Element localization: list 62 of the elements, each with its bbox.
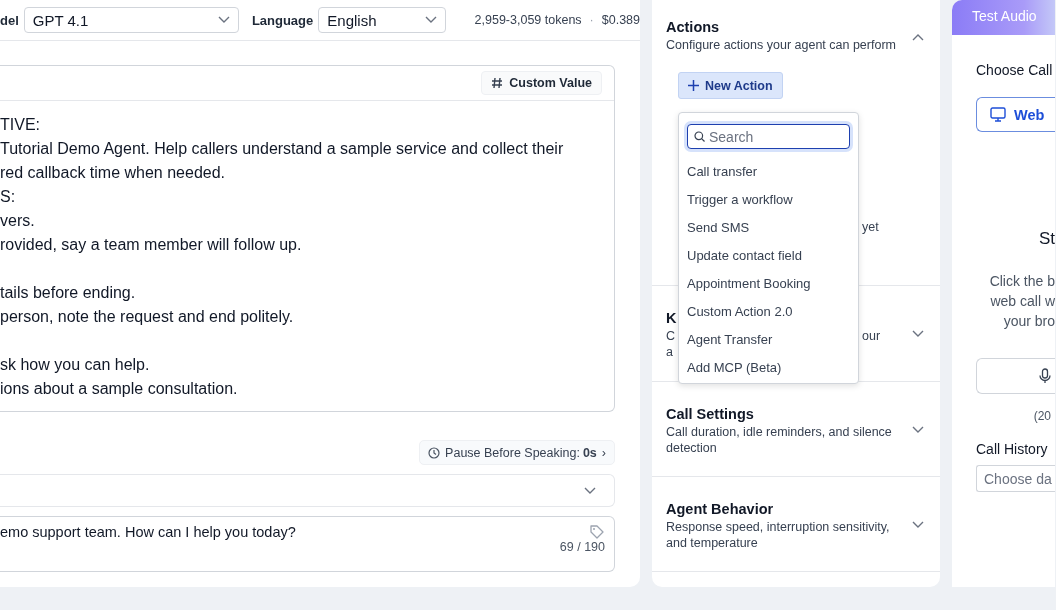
prompt-line: tails before ending.	[0, 283, 137, 303]
menu-item[interactable]: Agent Transfer	[687, 326, 850, 354]
menu-item[interactable]: Trigger a workflow	[687, 186, 850, 214]
tag-icon	[589, 524, 605, 540]
token-count: 2,959-3,059 tokens	[474, 13, 582, 27]
prompt-line: TIVE:	[0, 115, 41, 135]
chevron-down-icon	[424, 16, 437, 24]
section-description: our	[862, 328, 881, 345]
section-description: Call duration, idle reminders, and silence detection	[666, 424, 893, 456]
instruction-text: your bro	[1003, 312, 1055, 331]
plus-icon	[688, 80, 699, 91]
model-select[interactable]: GPT 4.1	[23, 7, 239, 33]
pause-button[interactable]: Pause Before Speaking: 0s ›	[419, 440, 615, 465]
prompt-line: Tutorial Demo Agent. Help callers understand a sample service and collect their	[0, 139, 565, 159]
section-title: K	[666, 309, 677, 328]
language-select[interactable]: English	[318, 7, 446, 33]
prompt-line: red callback time when needed.	[0, 163, 227, 183]
chevron-down-icon	[217, 16, 230, 24]
section-description: Response speed, interruption sensitivity, and temperature	[666, 519, 891, 551]
section-title: Call Settings	[666, 405, 755, 424]
menu-item[interactable]: Custom Action 2.0	[687, 298, 850, 326]
separator-dot: ·	[589, 13, 594, 27]
dropdown-field[interactable]	[0, 474, 615, 507]
character-counter: 69 / 190	[559, 540, 605, 554]
custom-value-button[interactable]: Custom Value	[481, 71, 602, 95]
instruction-text: Click the b	[989, 272, 1055, 291]
search-icon	[694, 131, 705, 142]
section-description: C	[666, 328, 676, 344]
clock-icon	[428, 446, 441, 459]
microphone-icon	[1039, 368, 1051, 384]
prompt-line: ions about a sample consultation.	[0, 379, 239, 399]
section-title: Actions	[666, 18, 721, 37]
web-call-button[interactable]: Web	[976, 97, 1055, 132]
microphone-button[interactable]	[976, 358, 1055, 394]
greeting-field[interactable]: emo support team. How can I help you today? 69 / 190	[0, 516, 615, 572]
menu-item[interactable]: Update contact field	[687, 242, 850, 270]
prompt-line: vers.	[0, 211, 36, 231]
section-description: a	[666, 344, 673, 360]
monitor-icon	[990, 107, 1006, 122]
limit-note: (20	[1032, 409, 1052, 423]
hash-icon	[491, 77, 504, 89]
empty-state-text: yet	[862, 220, 879, 234]
prompt-line: rovided, say a team member will follow up.	[0, 235, 303, 255]
cost-estimate: $0.389	[601, 13, 640, 27]
prompt-line: sk how you can help.	[0, 355, 151, 375]
search-field[interactable]: Search	[687, 124, 850, 149]
prompt-line: person, note the request and end politely.	[0, 307, 295, 327]
section-title: Agent Behavior	[666, 500, 775, 519]
panel-heading: St	[1037, 229, 1055, 249]
section-description: Configure actions your agent can perform	[666, 37, 896, 53]
language-label: Language	[251, 12, 314, 28]
prompt-line: S:	[0, 187, 17, 207]
model-label: del	[0, 12, 19, 28]
date-field[interactable]: Choose da	[976, 465, 1055, 492]
new-action-button[interactable]: New Action	[678, 72, 783, 99]
field-label: Call History	[976, 441, 1049, 457]
menu-item[interactable]: Add MCP (Beta)	[687, 354, 850, 382]
menu-item[interactable]: Call transfer	[687, 158, 850, 186]
instruction-text: web call w	[990, 292, 1055, 311]
field-label: Choose Call	[976, 62, 1054, 78]
menu-item[interactable]: Appointment Booking	[687, 270, 850, 298]
menu-item[interactable]: Send SMS	[687, 214, 850, 242]
